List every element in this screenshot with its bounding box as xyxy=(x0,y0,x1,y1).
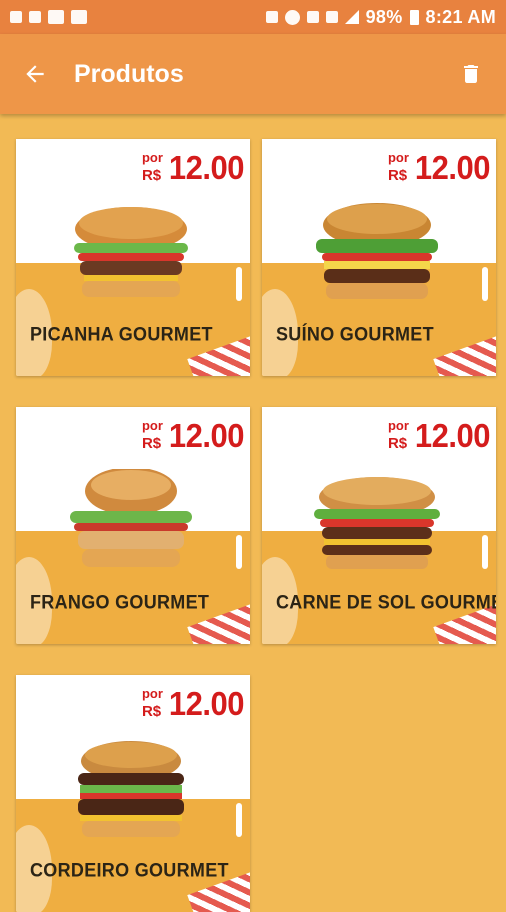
fork-decoration xyxy=(236,267,242,301)
price-tag: por R$ 12.00 xyxy=(141,416,245,455)
wifi-icon xyxy=(306,11,319,23)
burger-image xyxy=(74,207,188,297)
price-prefix: por xyxy=(141,418,163,433)
fork-decoration xyxy=(236,535,242,569)
burger-image xyxy=(314,477,440,569)
data-icon xyxy=(325,11,338,23)
battery-percent: 98% xyxy=(365,6,403,27)
price-value: 12.00 xyxy=(168,684,245,723)
product-card[interactable]: por R$ 12.00 CARNE DE SOL GOURMET xyxy=(262,407,496,644)
arrow-left-icon xyxy=(26,65,44,83)
product-name: CORDEIRO GOURMET xyxy=(30,858,229,881)
fork-decoration xyxy=(236,803,242,837)
price-tag: por R$ 12.00 xyxy=(387,416,491,455)
product-card[interactable]: por R$ 12.00 PICANHA GOURMET xyxy=(16,139,250,376)
price-value: 12.00 xyxy=(414,148,491,187)
price-tag: por R$ 12.00 xyxy=(141,148,245,187)
price-prefix: por xyxy=(387,150,409,165)
burger-image xyxy=(316,203,438,299)
product-card[interactable]: por R$ 12.00 CORDEIRO GOURMET xyxy=(16,675,250,912)
price-tag: por R$ 12.00 xyxy=(387,148,491,187)
trash-icon xyxy=(464,65,478,83)
product-name: FRANGO GOURMET xyxy=(30,590,210,613)
price-currency: R$ xyxy=(141,167,162,184)
delete-button[interactable] xyxy=(454,57,488,91)
price-tag: por R$ 12.00 xyxy=(141,684,245,723)
product-card[interactable]: por R$ 12.00 SUÍNO GOURMET xyxy=(262,139,496,376)
signal-icon xyxy=(344,10,359,24)
price-prefix: por xyxy=(141,150,163,165)
product-name: CARNE DE SOL GOURMET xyxy=(276,590,496,613)
price-prefix: por xyxy=(141,686,163,701)
product-name: SUÍNO GOURMET xyxy=(276,322,434,345)
camera-icon xyxy=(29,11,41,23)
burger-image xyxy=(78,741,184,837)
product-name: PICANHA GOURMET xyxy=(30,322,213,345)
alarm-icon xyxy=(284,9,300,25)
app-bar: Produtos xyxy=(0,34,506,114)
fork-decoration xyxy=(482,267,488,301)
gallery-icon xyxy=(71,10,87,24)
nfc-icon xyxy=(265,11,278,23)
product-card[interactable]: por R$ 12.00 FRANGO GOURMET xyxy=(16,407,250,644)
price-value: 12.00 xyxy=(168,416,245,455)
page-title: Produtos xyxy=(74,59,184,88)
fork-decoration xyxy=(482,535,488,569)
video-icon xyxy=(10,11,22,23)
price-currency: R$ xyxy=(387,167,408,184)
battery-icon xyxy=(409,9,419,25)
price-value: 12.00 xyxy=(168,148,245,187)
product-grid: por R$ 12.00 PICANHA GOURMET por R$ 12.0… xyxy=(16,139,496,912)
facebook-icon xyxy=(48,10,64,24)
burger-image xyxy=(70,469,192,567)
back-button[interactable] xyxy=(18,57,52,91)
price-prefix: por xyxy=(387,418,409,433)
clock: 8:21 AM xyxy=(425,6,496,27)
price-currency: R$ xyxy=(141,703,162,720)
status-bar: 98% 8:21 AM xyxy=(0,0,506,34)
price-value: 12.00 xyxy=(414,416,491,455)
price-currency: R$ xyxy=(141,435,162,452)
price-currency: R$ xyxy=(387,435,408,452)
